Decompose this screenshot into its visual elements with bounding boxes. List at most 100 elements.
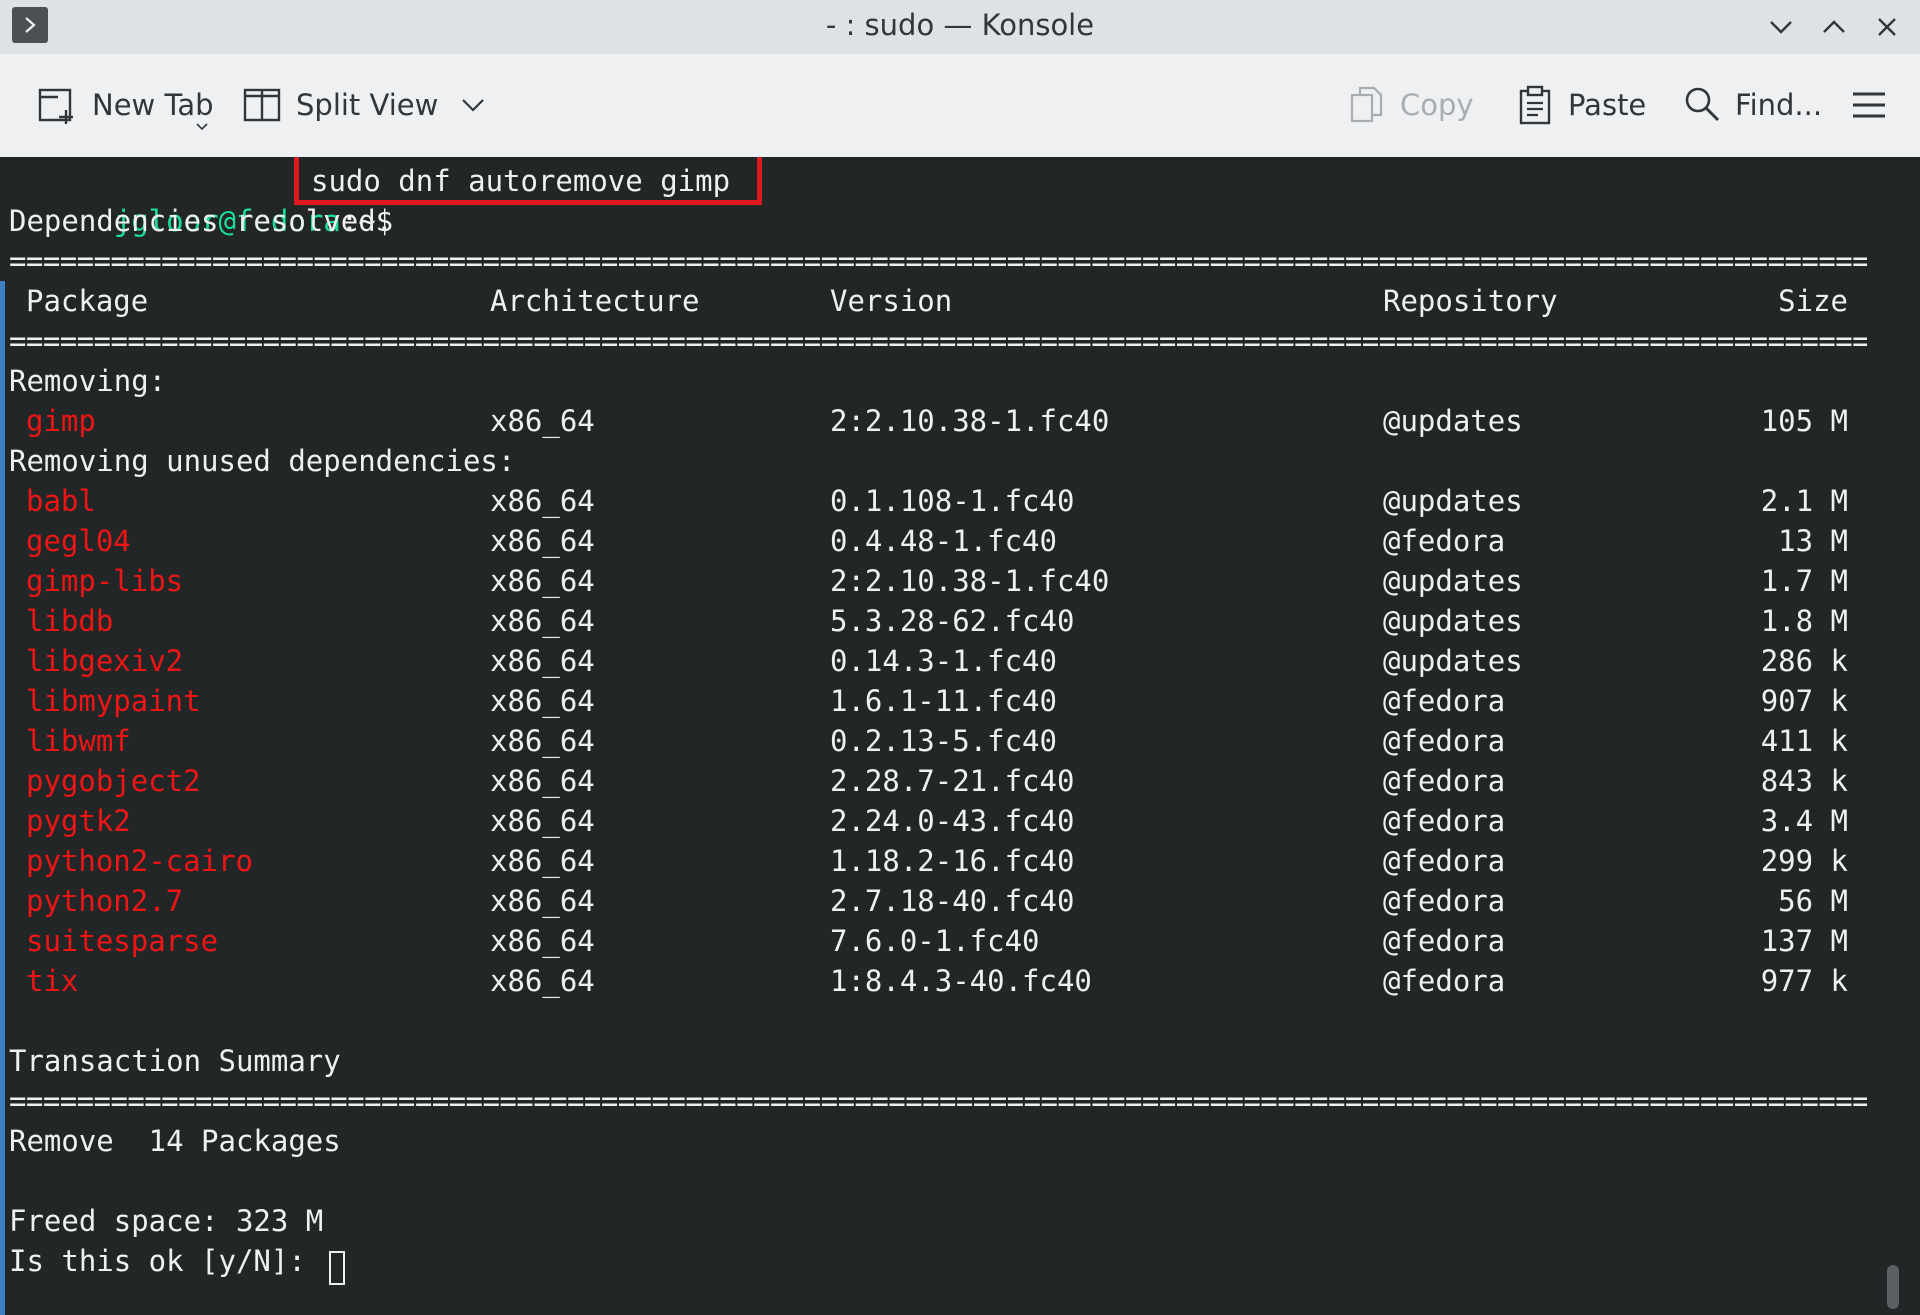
package-name: libmypaint [26,684,201,718]
package-size: 299 k [1760,844,1848,878]
chevron-down-icon[interactable] [460,96,486,114]
package-arch: x86_64 [490,804,595,838]
package-version: 1:8.4.3-40.fc40 [830,964,1092,998]
package-size: 977 k [1760,964,1848,998]
package-name: libdb [26,604,114,638]
separator-line: ========================================… [9,244,1867,278]
package-version: 2.24.0-43.fc40 [830,804,1075,838]
minimize-button[interactable] [1763,9,1799,45]
package-name: babl [26,484,96,518]
package-size: 1.8 M [1760,604,1848,638]
new-tab-button[interactable]: New Tab [36,79,214,131]
header-package: Package [26,284,149,318]
package-repo: @fedora [1383,964,1506,998]
find-button[interactable]: Find... [1683,79,1822,131]
split-view-button[interactable]: Split View [242,79,486,131]
search-icon [1685,87,1720,122]
split-view-label: Split View [296,88,439,122]
header-size: Size [1778,284,1848,318]
chevron-up-icon [1823,20,1845,33]
confirm-prompt: Is this ok [y/N]: [9,1244,324,1278]
konsole-window: - : sudo — Konsole New Tab Split View Co… [0,0,1920,1315]
copy-button[interactable]: Copy [1348,79,1474,131]
package-repo: @updates [1383,404,1523,438]
package-arch: x86_64 [490,924,595,958]
title-bar[interactable]: - : sudo — Konsole [0,0,1920,54]
package-size: 907 k [1760,684,1848,718]
package-name: python2.7 [26,884,184,918]
package-arch: x86_64 [490,764,595,798]
text-cursor[interactable] [329,1251,345,1285]
package-size: 2.1 M [1760,484,1848,518]
package-name: gegl04 [26,524,131,558]
command-highlight-box [294,157,762,205]
header-repository: Repository [1383,284,1558,318]
package-version: 2.28.7-21.fc40 [830,764,1075,798]
close-icon [1878,18,1896,36]
freed-space-line: Freed space: 323 M [9,1204,324,1238]
package-repo: @fedora [1383,804,1506,838]
package-version: 5.3.28-62.fc40 [830,604,1075,638]
package-repo: @fedora [1383,924,1506,958]
dropdown-arrow-icon [196,123,208,131]
package-name: libwmf [26,724,131,758]
main-menu-button[interactable] [1851,79,1887,131]
scrollbar-handle[interactable] [1887,1265,1899,1309]
package-arch: x86_64 [490,844,595,878]
package-arch: x86_64 [490,604,595,638]
package-size: 3.4 M [1760,804,1848,838]
package-name: pygobject2 [26,764,201,798]
package-size: 286 k [1760,644,1848,678]
package-name: gimp-libs [26,564,184,598]
package-size: 1.7 M [1760,564,1848,598]
package-name: suitesparse [26,924,219,958]
package-name: python2-cairo [26,844,253,878]
package-name: tix [26,964,79,998]
close-button[interactable] [1869,9,1905,45]
package-size: 56 M [1778,884,1848,918]
package-repo: @fedora [1383,884,1506,918]
package-version: 0.1.108-1.fc40 [830,484,1075,518]
package-repo: @updates [1383,564,1523,598]
copy-label: Copy [1400,88,1474,122]
package-repo: @updates [1383,644,1523,678]
package-version: 0.14.3-1.fc40 [830,644,1057,678]
window-title: - : sudo — Konsole [825,8,1095,42]
package-repo: @fedora [1383,844,1506,878]
separator-line: ========================================… [9,324,1867,358]
package-repo: @fedora [1383,524,1506,558]
package-repo: @updates [1383,484,1523,518]
terminal-area[interactable]: jgloor@fedora:~$ sudo dnf autoremove gim… [0,157,1920,1315]
package-repo: @fedora [1383,724,1506,758]
package-repo: @fedora [1383,764,1506,798]
package-arch: x86_64 [490,484,595,518]
package-version: 1.18.2-16.fc40 [830,844,1075,878]
paste-button[interactable]: Paste [1516,79,1646,131]
new-tab-label: New Tab [92,88,214,122]
section-removing: Removing: [9,364,167,398]
package-name: pygtk2 [26,804,131,838]
copy-icon [1350,86,1383,123]
paste-icon [1519,85,1551,125]
package-size: 105 M [1760,404,1848,438]
resolved-line: Dependencies resolved. [9,204,394,238]
header-architecture: Architecture [490,284,700,318]
new-tab-icon [38,88,73,124]
remove-count-line: Remove 14 Packages [9,1124,341,1158]
transaction-summary-title: Transaction Summary [9,1044,341,1078]
maximize-button[interactable] [1816,9,1852,45]
package-version: 0.4.48-1.fc40 [830,524,1057,558]
separator-line: ========================================… [9,1084,1867,1118]
hamburger-menu-icon [1853,92,1885,118]
paste-label: Paste [1568,88,1647,122]
package-size: 843 k [1760,764,1848,798]
package-version: 1.6.1-11.fc40 [830,684,1057,718]
package-arch: x86_64 [490,404,595,438]
package-arch: x86_64 [490,564,595,598]
package-version: 2:2.10.38-1.fc40 [830,564,1110,598]
package-arch: x86_64 [490,644,595,678]
toolbar: New Tab Split View Copy Paste Find... [0,54,1920,158]
package-arch: x86_64 [490,884,595,918]
focus-accent-bar [0,281,5,1315]
package-version: 7.6.0-1.fc40 [830,924,1040,958]
